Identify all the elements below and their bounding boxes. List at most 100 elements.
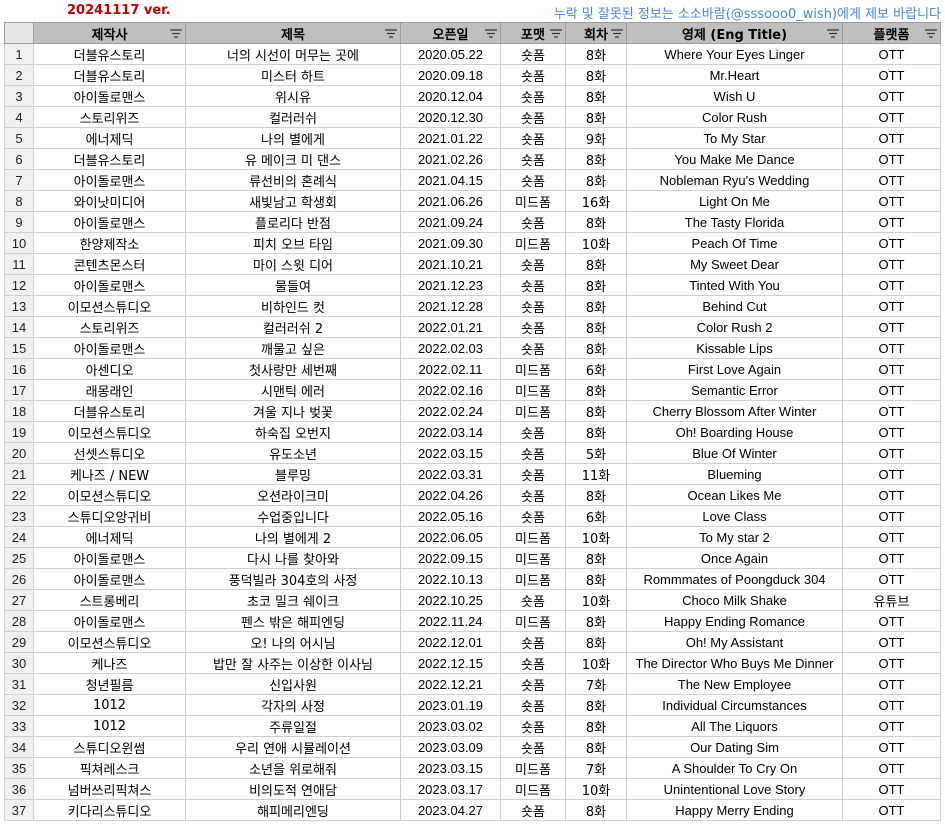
cell-open-date[interactable]: 2020.05.22 [400,43,501,65]
cell-episodes[interactable]: 7화 [565,673,627,695]
row-number[interactable]: 33 [4,715,34,737]
cell-format[interactable]: 숏폼 [500,274,566,296]
cell-eng-title[interactable]: My Sweet Dear [626,253,843,275]
cell-eng-title[interactable]: Color Rush [626,106,843,128]
cell-platform[interactable]: OTT [842,232,941,254]
cell-open-date[interactable]: 2022.09.15 [400,547,501,569]
cell-platform[interactable]: OTT [842,736,941,758]
row-number[interactable]: 18 [4,400,34,422]
row-number[interactable]: 24 [4,526,34,548]
cell-format[interactable]: 숏폼 [500,253,566,275]
cell-format[interactable]: 숏폼 [500,673,566,695]
cell-platform[interactable]: OTT [842,631,941,653]
row-number[interactable]: 12 [4,274,34,296]
cell-eng-title[interactable]: All The Liquors [626,715,843,737]
row-number[interactable]: 35 [4,757,34,779]
table-row[interactable]: 16 아센디오 첫사랑만 세번째 2022.02.11 미드폼 6화 First Love … [4,358,941,380]
cell-episodes[interactable]: 8화 [565,694,627,716]
table-row[interactable]: 10 한양제작소 피치 오브 타임 2021.09.30 미드폼 10화 Peach Of … [4,232,941,254]
cell-format[interactable]: 미드폼 [500,526,566,548]
cell-title[interactable]: 초코 밀크 쉐이크 [185,589,401,611]
filter-icon[interactable] [170,29,182,38]
cell-open-date[interactable]: 2021.12.28 [400,295,501,317]
cell-platform[interactable]: OTT [842,505,941,527]
cell-open-date[interactable]: 2021.09.24 [400,211,501,233]
column-header-episodes[interactable]: 회차 [565,22,627,44]
cell-studio[interactable]: 케나즈 [33,652,186,674]
cell-studio[interactable]: 아이돌로맨스 [33,169,186,191]
cell-studio[interactable]: 키다리스튜디오 [33,799,186,821]
cell-platform[interactable]: OTT [842,421,941,443]
cell-format[interactable]: 숏폼 [500,799,566,821]
cell-eng-title[interactable]: A Shoulder To Cry On [626,757,843,779]
cell-platform[interactable]: OTT [842,85,941,107]
cell-title[interactable]: 각자의 사정 [185,694,401,716]
row-number[interactable]: 27 [4,589,34,611]
filter-icon[interactable] [925,29,937,38]
cell-episodes[interactable]: 8화 [565,106,627,128]
cell-platform[interactable]: OTT [842,169,941,191]
cell-format[interactable]: 숏폼 [500,127,566,149]
cell-episodes[interactable]: 10화 [565,778,627,800]
cell-studio[interactable]: 에너제딕 [33,127,186,149]
cell-title[interactable]: 비의도적 연애담 [185,778,401,800]
filter-icon[interactable] [385,29,397,38]
cell-studio[interactable]: 1012 [33,694,186,716]
cell-format[interactable]: 숏폼 [500,421,566,443]
cell-episodes[interactable]: 8화 [565,736,627,758]
cell-eng-title[interactable]: Blue Of Winter [626,442,843,464]
cell-eng-title[interactable]: Peach Of Time [626,232,843,254]
cell-eng-title[interactable]: Our Dating Sim [626,736,843,758]
cell-format[interactable]: 미드폼 [500,757,566,779]
cell-format[interactable]: 미드폼 [500,547,566,569]
cell-format[interactable]: 숏폼 [500,43,566,65]
table-row[interactable]: 32 1012 각자의 사정 2023.01.19 숏폼 8화 Individual Cir… [4,694,941,716]
cell-title[interactable]: 플로리다 반점 [185,211,401,233]
table-row[interactable]: 20 선셋스튜디오 유도소년 2022.03.15 숏폼 5화 Blue Of Winter… [4,442,941,464]
cell-eng-title[interactable]: Once Again [626,547,843,569]
cell-open-date[interactable]: 2022.10.25 [400,589,501,611]
cell-episodes[interactable]: 8화 [565,631,627,653]
cell-studio[interactable]: 더블유스토리 [33,400,186,422]
cell-open-date[interactable]: 2022.12.21 [400,673,501,695]
cell-episodes[interactable]: 7화 [565,757,627,779]
cell-eng-title[interactable]: Rommmates of Poongduck 304 [626,568,843,590]
cell-open-date[interactable]: 2022.03.15 [400,442,501,464]
cell-platform[interactable]: OTT [842,358,941,380]
cell-platform[interactable]: OTT [842,694,941,716]
cell-open-date[interactable]: 2021.06.26 [400,190,501,212]
cell-title[interactable]: 미스터 하트 [185,64,401,86]
column-header-open-date[interactable]: 오픈일 [400,22,501,44]
column-header-eng-title[interactable]: 영제 (Eng Title) [626,22,843,44]
cell-eng-title[interactable]: Mr.Heart [626,64,843,86]
cell-platform[interactable]: OTT [842,778,941,800]
cell-episodes[interactable]: 8화 [565,799,627,821]
cell-eng-title[interactable]: Individual Circumstances [626,694,843,716]
cell-episodes[interactable]: 8화 [565,547,627,569]
cell-format[interactable]: 숏폼 [500,694,566,716]
row-number[interactable]: 13 [4,295,34,317]
row-number[interactable]: 2 [4,64,34,86]
cell-episodes[interactable]: 8화 [565,148,627,170]
column-header-platform[interactable]: 플랫폼 [842,22,941,44]
cell-episodes[interactable]: 8화 [565,169,627,191]
cell-studio[interactable]: 더블유스토리 [33,148,186,170]
cell-episodes[interactable]: 8화 [565,253,627,275]
row-number[interactable]: 21 [4,463,34,485]
cell-open-date[interactable]: 2020.09.18 [400,64,501,86]
cell-eng-title[interactable]: Love Class [626,505,843,527]
table-row[interactable]: 27 스트롱베리 초코 밀크 쉐이크 2022.10.25 숏폼 10화 Choco Mil… [4,589,941,611]
cell-episodes[interactable]: 8화 [565,316,627,338]
cell-episodes[interactable]: 6화 [565,358,627,380]
cell-platform[interactable]: OTT [842,253,941,275]
row-number[interactable]: 30 [4,652,34,674]
cell-format[interactable]: 숏폼 [500,169,566,191]
row-number[interactable]: 8 [4,190,34,212]
table-row[interactable]: 24 에너제딕 나의 별에게 2 2022.06.05 미드폼 10화 To My star… [4,526,941,548]
cell-open-date[interactable]: 2023.03.02 [400,715,501,737]
table-row[interactable]: 37 키다리스튜디오 해피메리엔딩 2023.04.27 숏폼 8화 Happy Merry… [4,799,941,821]
cell-platform[interactable]: OTT [842,400,941,422]
row-number[interactable]: 11 [4,253,34,275]
cell-platform[interactable]: 유튜브 [842,589,941,611]
cell-eng-title[interactable]: Choco Milk Shake [626,589,843,611]
